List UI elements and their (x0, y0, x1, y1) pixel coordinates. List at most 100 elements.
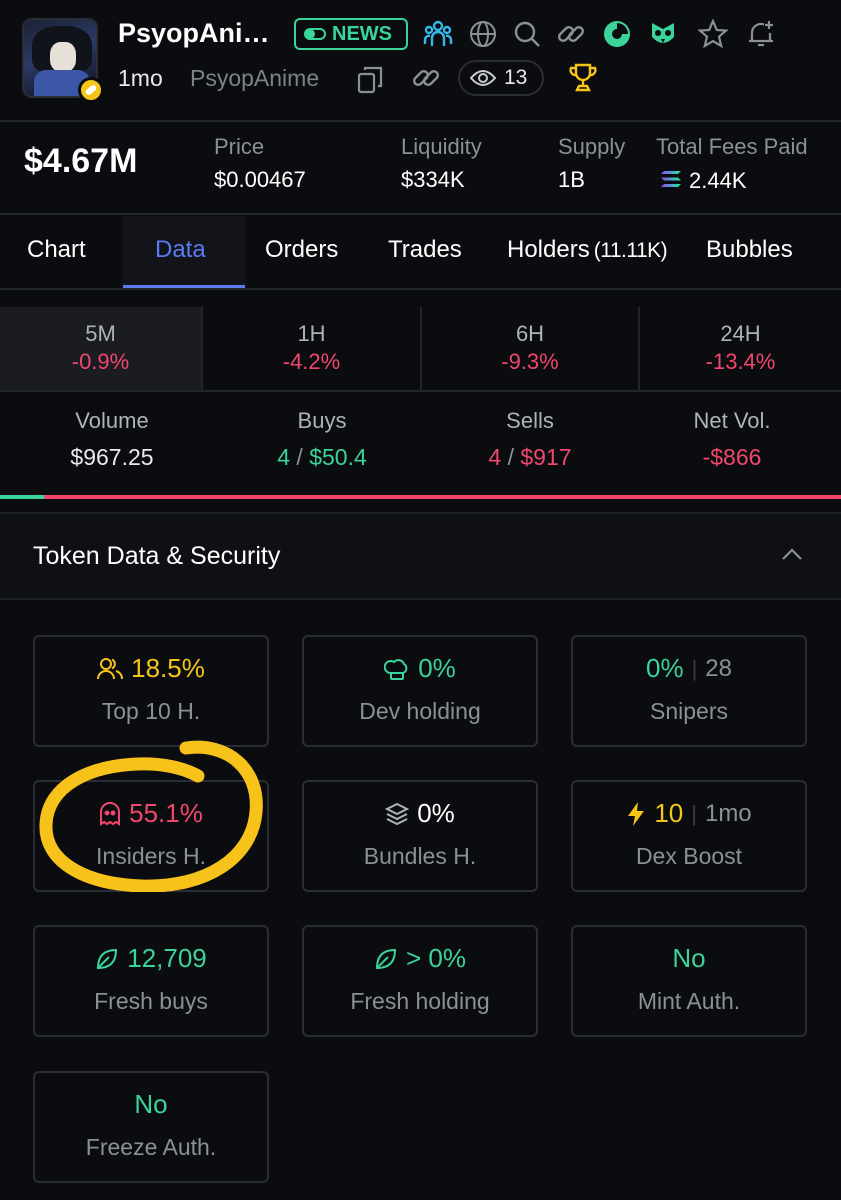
sells-amount: $917 (520, 444, 572, 470)
news-label: NEWS (332, 22, 392, 45)
solana-icon (660, 170, 682, 188)
trophy-icon[interactable] (567, 62, 599, 94)
people-icon[interactable] (422, 18, 454, 50)
tab-bubbles[interactable]: Bubbles (706, 236, 793, 264)
top10-value: 18.5% (131, 653, 205, 683)
token-name: PsyopAni… (118, 18, 270, 48)
card-fresh-buys[interactable]: 12,709 Fresh buys (33, 925, 269, 1037)
card-top10-holders[interactable]: 18.5% Top 10 H. (33, 635, 269, 747)
sells-stat: Sells 4 / $917 (440, 408, 620, 471)
highlight-circle-annotation (38, 740, 264, 892)
tab-holders-label: Holders (507, 236, 590, 263)
net-volume-stat: Net Vol. -$866 (642, 408, 822, 471)
bundles-value: 0% (417, 798, 455, 828)
star-icon[interactable] (697, 18, 729, 50)
dex-boost-label: Dex Boost (635, 843, 743, 869)
search-icon[interactable] (511, 18, 543, 50)
copy-icon[interactable] (354, 64, 386, 96)
volume-value: $967.25 (70, 444, 154, 470)
price-value: $0.00467 (214, 167, 306, 192)
section-title: Token Data & Security (33, 542, 281, 570)
timeframe-change: -9.3% (501, 349, 559, 374)
divider (0, 288, 841, 290)
news-badge[interactable]: NEWS (294, 18, 408, 50)
top10-label: Top 10 H. (101, 698, 201, 724)
snipers-count: 28 (705, 654, 732, 682)
timeframe-change: -13.4% (705, 349, 776, 374)
sells-count: 4 (488, 444, 502, 470)
timeframe-label: 1H (297, 321, 326, 346)
buy-ratio-bar (0, 495, 44, 499)
tab-data[interactable]: Data (155, 236, 206, 264)
net-volume-value: -$866 (702, 444, 762, 470)
freeze-auth-label: Freeze Auth. (85, 1134, 217, 1160)
fees-value: 2.44K (689, 168, 747, 193)
snipers-value: 0% (646, 653, 684, 683)
liquidity-label: Liquidity (401, 134, 482, 159)
market-cap: $4.67M (24, 142, 138, 180)
buys-label: Buys (297, 408, 347, 433)
chevron-up-icon[interactable] (780, 546, 804, 562)
timeframe-1h[interactable]: 1H -4.2% (203, 307, 420, 391)
timeframe-label: 24H (720, 321, 761, 346)
pie-chart-icon[interactable] (601, 18, 633, 50)
token-age: 1mo (118, 65, 163, 91)
viewers-count: 13 (504, 66, 528, 89)
price-label: Price (214, 134, 265, 159)
pill-icon (304, 27, 326, 41)
tab-orders[interactable]: Orders (265, 236, 338, 264)
bell-plus-icon[interactable] (745, 18, 777, 50)
leaf-icon (95, 947, 119, 971)
supply-value: 1B (558, 167, 585, 192)
chef-hat-icon (384, 657, 410, 681)
viewers-badge: 13 (458, 60, 544, 96)
link-icon[interactable] (555, 18, 587, 50)
sells-value: 4 / $917 (488, 444, 572, 470)
card-dev-holding[interactable]: 0% Dev holding (302, 635, 538, 747)
card-freeze-authority[interactable]: No Freeze Auth. (33, 1071, 269, 1183)
divider (0, 213, 841, 215)
timeframe-change: -0.9% (71, 349, 130, 374)
globe-icon[interactable] (467, 18, 499, 50)
pill-icon (78, 77, 104, 103)
sells-label: Sells (506, 408, 554, 433)
net-volume-label: Net Vol. (693, 408, 771, 433)
mint-auth-label: Mint Auth. (637, 988, 741, 1014)
volume-stat: Volume $967.25 (22, 408, 202, 471)
card-snipers[interactable]: 0% | 28 Snipers (571, 635, 807, 747)
timeframe-6h[interactable]: 6H -9.3% (422, 307, 638, 391)
bundles-label: Bundles H. (363, 843, 477, 869)
tab-chart[interactable]: Chart (27, 236, 86, 264)
snipers-label: Snipers (650, 698, 728, 724)
tab-holders[interactable]: Holders (11.11K) (507, 236, 668, 264)
card-fresh-holding[interactable]: > 0% Fresh holding (302, 925, 538, 1037)
link-icon[interactable] (410, 62, 442, 94)
timeframe-24h[interactable]: 24H -13.4% (640, 307, 841, 391)
mint-auth-value: No (672, 943, 706, 973)
card-dex-boost[interactable]: 10 | 1mo Dex Boost (571, 780, 807, 892)
timeframe-5m[interactable]: 5M -0.9% (0, 307, 201, 391)
buys-value: 4 / $50.4 (277, 444, 367, 470)
card-mint-authority[interactable]: No Mint Auth. (571, 925, 807, 1037)
leaf-icon (374, 947, 398, 971)
eye-icon (470, 69, 496, 87)
lightning-icon (626, 801, 646, 827)
users-icon (97, 657, 124, 681)
buys-amount: $50.4 (309, 444, 367, 470)
token-handle[interactable]: PsyopAnime (190, 65, 319, 92)
freeze-auth-value: No (134, 1089, 168, 1119)
dev-holding-label: Dev holding (359, 698, 481, 724)
dex-boost-value: 10 (654, 798, 684, 828)
fees-label: Total Fees Paid (656, 134, 808, 159)
divider (0, 390, 841, 392)
volume-label: Volume (75, 408, 149, 433)
fresh-buys-label: Fresh buys (94, 988, 208, 1014)
card-bundles-holding[interactable]: 0% Bundles H. (302, 780, 538, 892)
fresh-holding-label: Fresh holding (350, 988, 490, 1014)
timeframe-change: -4.2% (282, 349, 341, 374)
buys-stat: Buys 4 / $50.4 (232, 408, 412, 471)
owl-icon[interactable] (647, 18, 679, 50)
liquidity-value: $334K (401, 167, 465, 192)
buys-count: 4 (277, 444, 291, 470)
tab-trades[interactable]: Trades (388, 236, 462, 264)
